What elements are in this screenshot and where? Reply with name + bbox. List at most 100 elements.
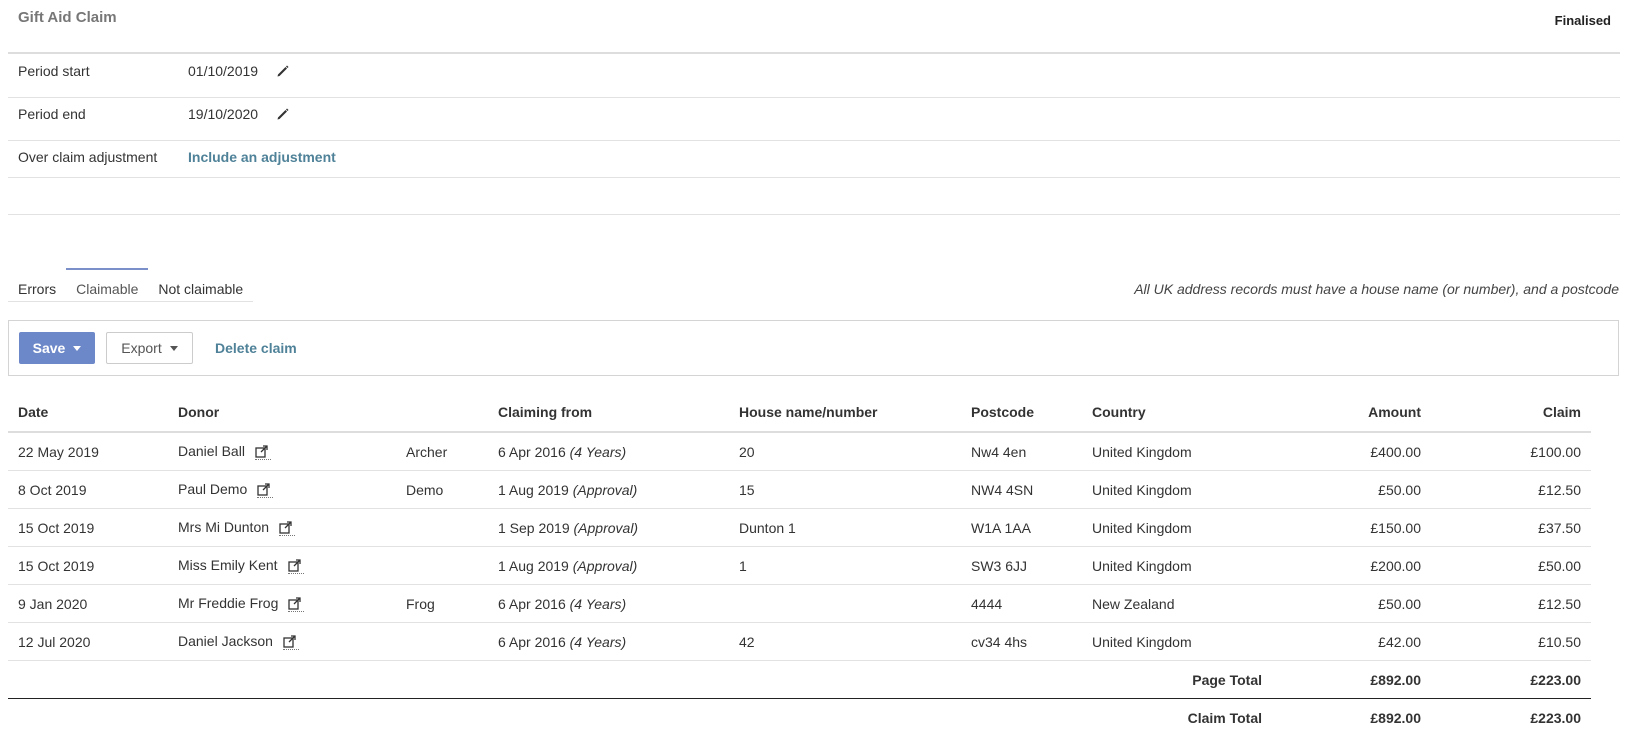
spacer-cell (1591, 661, 1620, 699)
save-label: Save (33, 340, 66, 356)
cell-house: 15 (729, 471, 961, 509)
cell-claiming-from: 1 Aug 2019 (Approval) (488, 471, 729, 509)
col-donor[interactable]: Donor (168, 392, 396, 432)
header-divider (8, 52, 1620, 54)
claiming-from-date: 1 Sep 2019 (498, 520, 570, 536)
cell-claim: £37.50 (1431, 509, 1591, 547)
cell-extra (396, 509, 488, 547)
period-start-value: 01/10/2019 (188, 63, 290, 79)
external-link-icon[interactable] (288, 597, 304, 612)
page-title: Gift Aid Claim (18, 9, 117, 26)
external-link-icon[interactable] (255, 445, 271, 460)
spacer-cell (1591, 547, 1620, 585)
cell-donor: Mr Freddie Frog (168, 585, 396, 623)
tab-claimable[interactable]: Claimable (66, 268, 148, 301)
external-link-icon[interactable] (279, 521, 295, 536)
cell-donor: Miss Emily Kent (168, 547, 396, 585)
claiming-from-date: 6 Apr 2016 (498, 634, 566, 650)
include-adjustment-link[interactable]: Include an adjustment (188, 149, 336, 165)
section-divider (8, 214, 1620, 215)
cell-postcode: NW4 4SN (961, 471, 1082, 509)
export-button[interactable]: Export (106, 332, 193, 364)
col-date[interactable]: Date (8, 392, 168, 432)
pencil-icon[interactable] (276, 107, 290, 121)
cell-house: 20 (729, 432, 961, 471)
over-claim-value: Include an adjustment (188, 149, 336, 165)
col-spacer (1591, 392, 1620, 432)
col-amount[interactable]: Amount (1272, 392, 1431, 432)
cell-claim: £10.50 (1431, 623, 1591, 661)
cell-postcode: 4444 (961, 585, 1082, 623)
cell-extra (396, 623, 488, 661)
period-end-label: Period end (18, 106, 86, 122)
cell-donor: Mrs Mi Dunton (168, 509, 396, 547)
table-row: 15 Oct 2019 Miss Emily Kent 1 Aug 2019 (Ap… (8, 547, 1620, 585)
cell-country: United Kingdom (1082, 623, 1272, 661)
claims-table: Date Donor Claiming from House name/numb… (8, 392, 1620, 736)
cell-claim: £100.00 (1431, 432, 1591, 471)
tab-not-claimable[interactable]: Not claimable (148, 268, 253, 301)
col-house[interactable]: House name/number (729, 392, 961, 432)
donor-name: Mr Freddie Frog (178, 595, 278, 611)
cell-donor: Daniel Ball (168, 432, 396, 471)
claiming-from-note: (4 Years) (570, 634, 627, 650)
cell-country: United Kingdom (1082, 509, 1272, 547)
col-claim[interactable]: Claim (1431, 392, 1591, 432)
cell-country: United Kingdom (1082, 547, 1272, 585)
external-link-icon[interactable] (283, 635, 299, 650)
table-row: 9 Jan 2020Mr Freddie FrogFrog6 Apr 2016 … (8, 585, 1620, 623)
table-header-row: Date Donor Claiming from House name/numb… (8, 392, 1620, 432)
col-postcode[interactable]: Postcode (961, 392, 1082, 432)
claiming-from-note: (Approval) (573, 558, 638, 574)
cell-house: 42 (729, 623, 961, 661)
spacer-cell (1591, 509, 1620, 547)
claiming-from-date: 6 Apr 2016 (498, 444, 566, 460)
donor-name: Daniel Ball (178, 443, 245, 459)
claiming-from-note: (Approval) (573, 482, 638, 498)
cell-amount: £200.00 (1272, 547, 1431, 585)
cell-postcode: cv34 4hs (961, 623, 1082, 661)
page-total-label: Page Total (8, 661, 1272, 699)
spacer-cell (1591, 585, 1620, 623)
cell-claiming-from: 6 Apr 2016 (4 Years) (488, 432, 729, 471)
col-claiming-from[interactable]: Claiming from (488, 392, 729, 432)
cell-amount: £400.00 (1272, 432, 1431, 471)
cell-date: 8 Oct 2019 (8, 471, 168, 509)
cell-house: Dunton 1 (729, 509, 961, 547)
col-country[interactable]: Country (1082, 392, 1272, 432)
cell-postcode: SW3 6JJ (961, 547, 1082, 585)
claim-total-amount: £892.00 (1272, 699, 1431, 736)
cell-date: 15 Oct 2019 (8, 547, 168, 585)
claiming-from-date: 1 Aug 2019 (498, 558, 569, 574)
page-total-claim: £223.00 (1431, 661, 1591, 699)
toolbar: Save Export Delete claim (8, 320, 1619, 376)
delete-claim-button[interactable]: Delete claim (215, 340, 297, 356)
cell-postcode: W1A 1AA (961, 509, 1082, 547)
cell-extra: Archer (396, 432, 488, 471)
save-button[interactable]: Save (19, 332, 95, 364)
period-end-value: 19/10/2020 (188, 106, 290, 122)
spacer-cell (1591, 432, 1620, 471)
claim-total-claim: £223.00 (1431, 699, 1591, 736)
spacer-cell (1591, 471, 1620, 509)
cell-claiming-from: 6 Apr 2016 (4 Years) (488, 623, 729, 661)
row-divider (8, 140, 1620, 141)
cell-date: 9 Jan 2020 (8, 585, 168, 623)
pencil-icon[interactable] (276, 64, 290, 78)
address-notice: All UK address records must have a house… (1134, 281, 1619, 297)
caret-down-icon (170, 346, 178, 351)
period-start-date: 01/10/2019 (188, 63, 258, 79)
external-link-icon[interactable] (257, 483, 273, 498)
cell-country: United Kingdom (1082, 432, 1272, 471)
donor-name: Daniel Jackson (178, 633, 273, 649)
donor-name: Mrs Mi Dunton (178, 519, 269, 535)
cell-date: 12 Jul 2020 (8, 623, 168, 661)
row-divider (8, 177, 1620, 178)
page-total-row: Page Total £892.00 £223.00 (8, 661, 1620, 699)
external-link-icon[interactable] (288, 559, 304, 574)
donor-name: Miss Emily Kent (178, 557, 278, 573)
cell-house (729, 585, 961, 623)
claiming-from-date: 6 Apr 2016 (498, 596, 566, 612)
claiming-from-note: (4 Years) (570, 596, 627, 612)
tab-errors[interactable]: Errors (8, 268, 66, 301)
